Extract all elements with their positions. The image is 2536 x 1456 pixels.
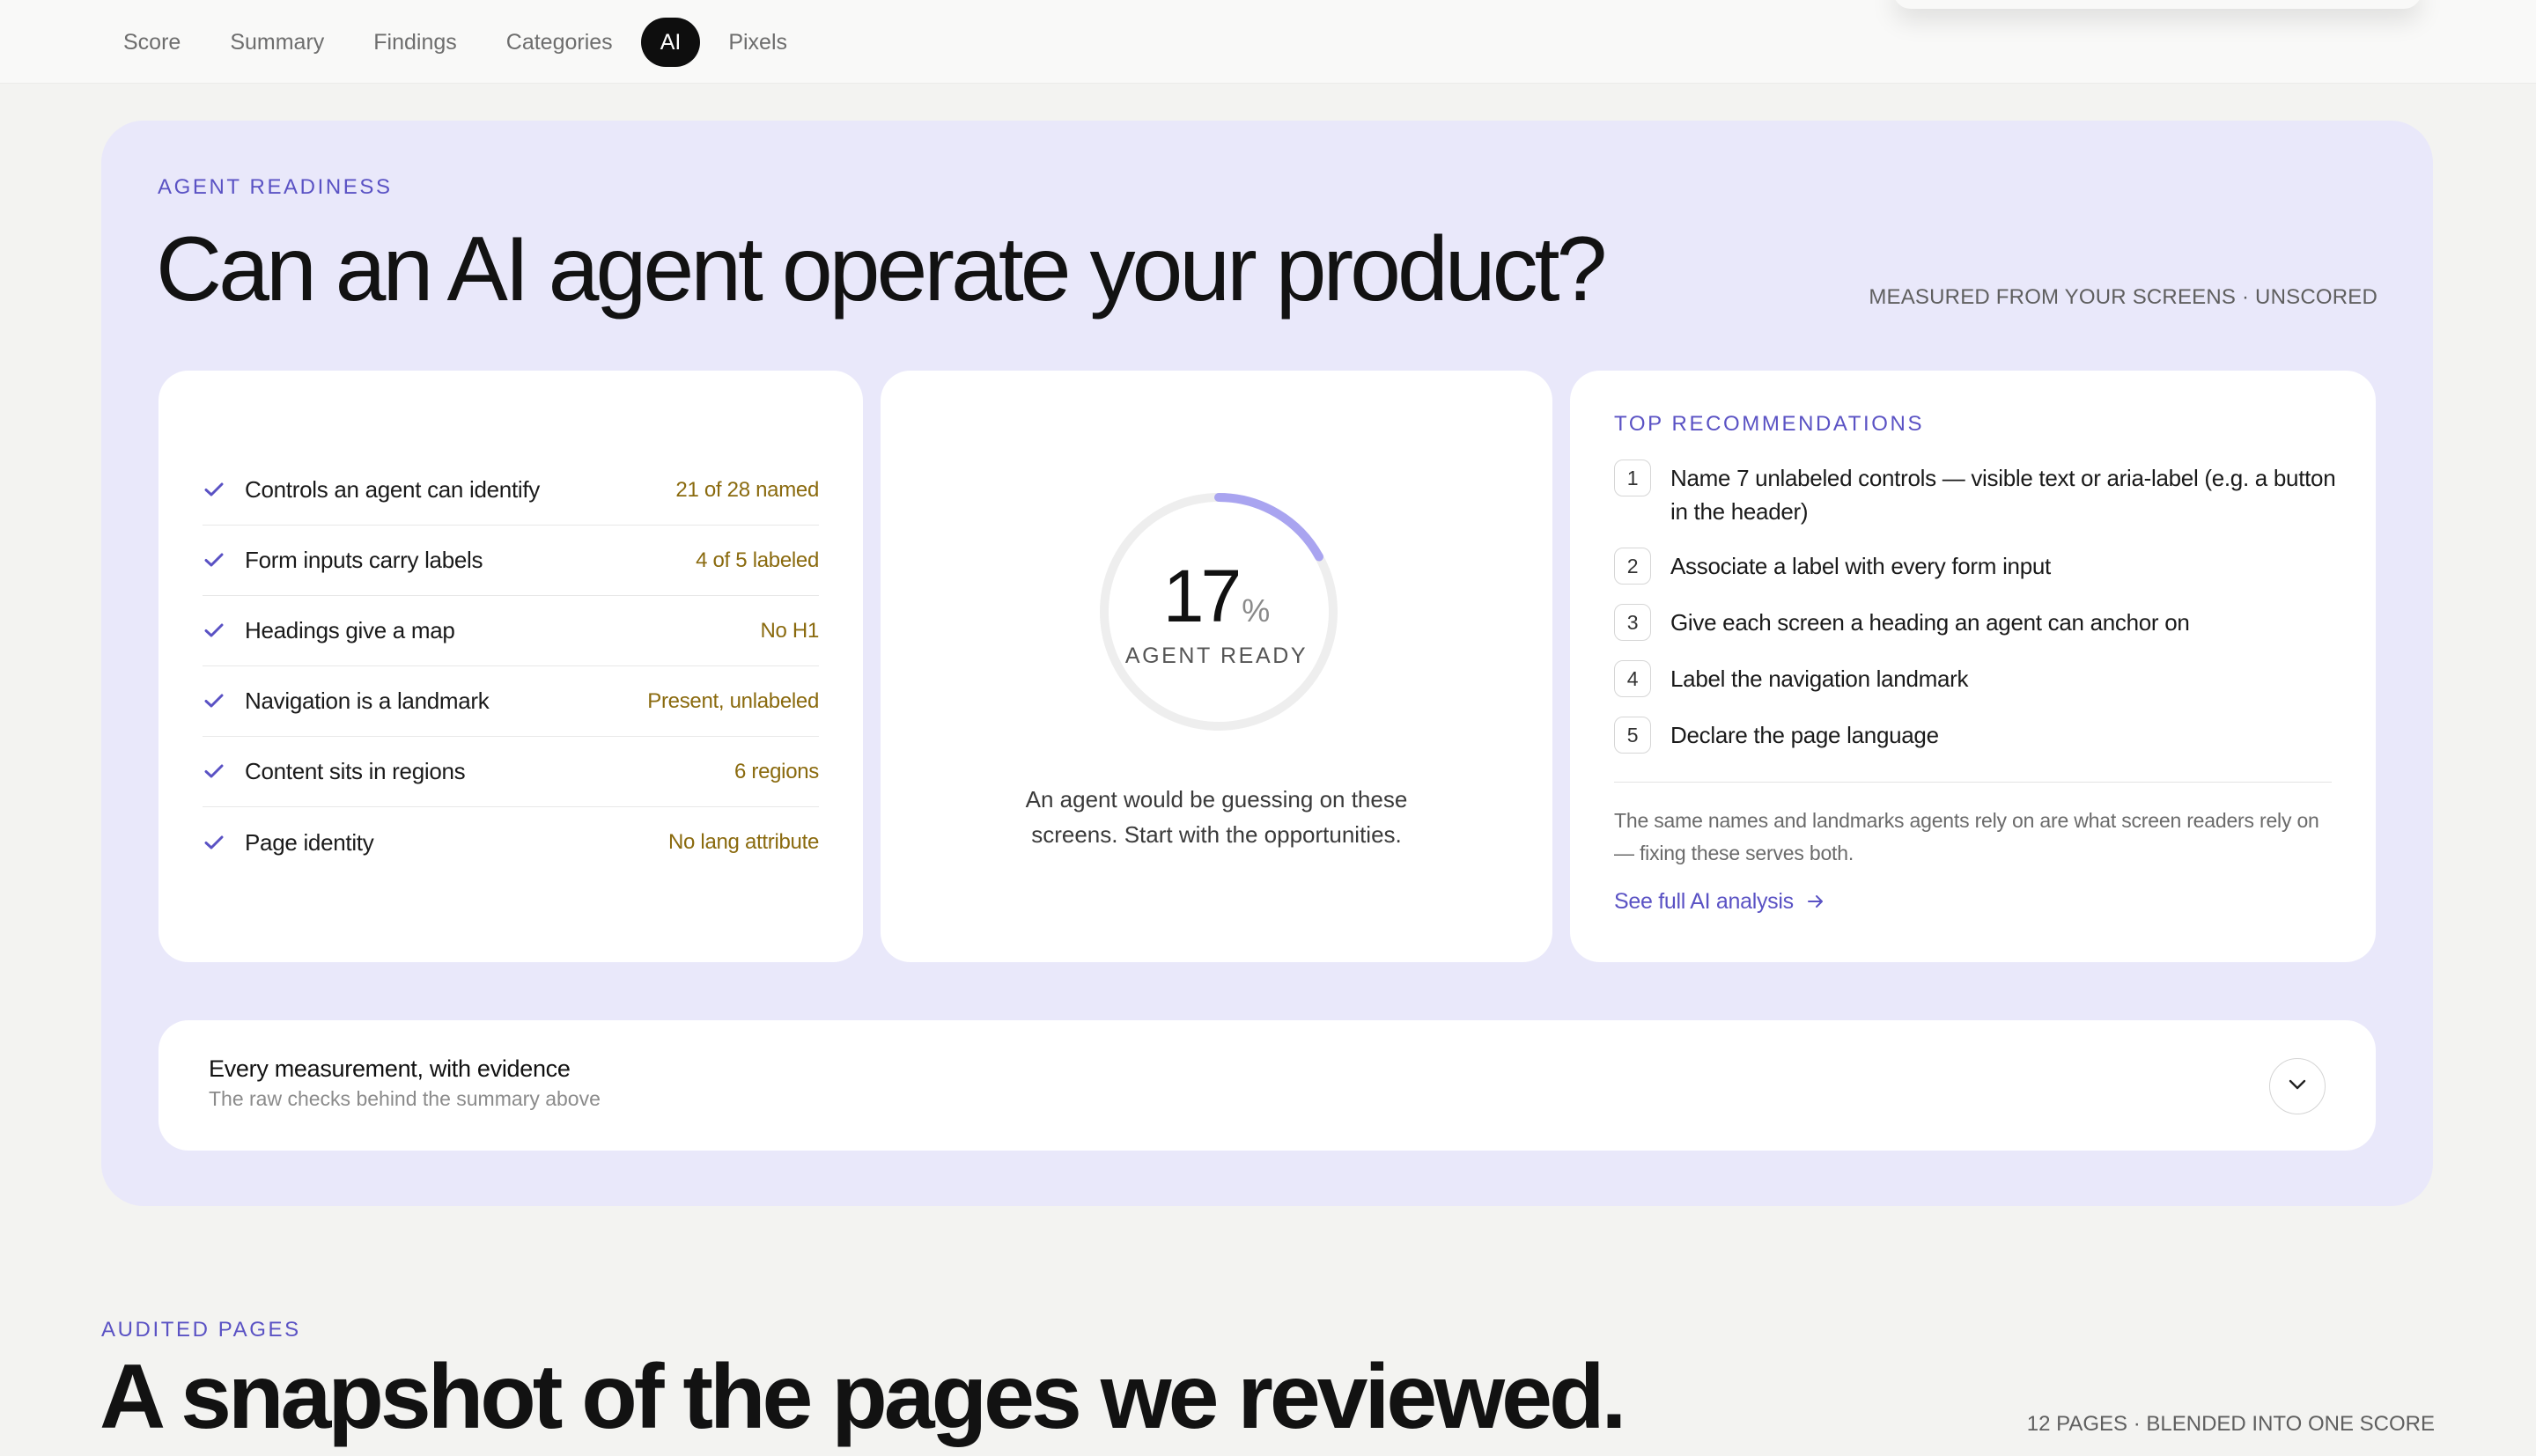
check-label: Page identity	[245, 828, 374, 856]
check-row: Form inputs carry labels 4 of 5 labeled	[203, 526, 819, 596]
audited-meta: 12 PAGES · BLENDED INTO ONE SCORE	[2026, 1412, 2435, 1436]
recommendation-list: 1 Name 7 unlabeled controls — visible te…	[1614, 460, 2336, 754]
recommendation-item: 1 Name 7 unlabeled controls — visible te…	[1614, 460, 2336, 528]
evidence-accordion[interactable]: Every measurement, with evidence The raw…	[158, 1020, 2376, 1151]
recommendation-item: 4 Label the navigation landmark	[1614, 660, 2336, 697]
recommendation-number: 1	[1614, 460, 1651, 496]
recommendations-divider	[1614, 782, 2332, 783]
recommendation-text: Name 7 unlabeled controls — visible text…	[1670, 465, 2336, 525]
check-value: No lang attribute	[667, 830, 819, 854]
check-label: Controls an agent can identify	[245, 476, 540, 503]
full-ai-analysis-label[interactable]: See full AI analysis	[1614, 889, 1794, 914]
score-label: AGENT READY	[1124, 643, 1309, 668]
accordion-subtitle: The raw checks behind the summary above	[209, 1087, 601, 1110]
check-value: 21 of 28 named	[675, 477, 819, 502]
check-icon	[204, 758, 225, 785]
check-value: No H1	[760, 618, 819, 643]
tab-summary[interactable]: Summary	[209, 18, 345, 67]
recommendations-note: The same names and landmarks agents rely…	[1614, 809, 2319, 864]
check-label: Form inputs carry labels	[245, 547, 483, 573]
check-row: Content sits in regions 6 regions	[203, 737, 819, 807]
check-row: Controls an agent can identify 21 of 28 …	[203, 455, 819, 526]
score-value: 17%	[881, 554, 1552, 639]
chevron-down-icon	[2288, 1078, 2307, 1095]
audited-eyebrow: AUDITED PAGES	[101, 1318, 301, 1342]
recommendation-number: 2	[1614, 548, 1651, 585]
tab-score[interactable]: Score	[102, 18, 202, 67]
check-icon	[204, 617, 225, 644]
check-icon	[204, 547, 225, 574]
tab-findings[interactable]: Findings	[352, 18, 478, 67]
recommendation-number: 4	[1614, 660, 1651, 697]
check-icon	[204, 476, 225, 504]
agent-readiness-panel: AGENT READINESS Can an AI agent operate …	[101, 121, 2433, 1206]
arrow-right-icon	[1807, 889, 1825, 914]
recommendation-number: 5	[1614, 717, 1651, 754]
section-tabs: Score Summary Findings Categories AI Pix…	[102, 18, 808, 67]
tab-pixels[interactable]: Pixels	[707, 18, 808, 67]
score-number: 17	[1162, 555, 1242, 637]
tab-categories[interactable]: Categories	[485, 18, 634, 67]
panel-meta: MEASURED FROM YOUR SCREENS · UNSCORED	[1869, 285, 2378, 309]
recommendation-item: 2 Associate a label with every form inpu…	[1614, 548, 2336, 585]
tab-ai[interactable]: AI	[640, 18, 701, 67]
check-label: Content sits in regions	[245, 758, 466, 784]
check-icon	[204, 688, 225, 715]
recommendation-text: Declare the page language	[1670, 722, 1939, 748]
top-nav: Score Summary Findings Categories AI Pix…	[0, 0, 2536, 84]
expand-button[interactable]	[2269, 1058, 2326, 1114]
audited-title: A snapshot of the pages we reviewed.	[100, 1346, 1626, 1448]
check-value: 4 of 5 labeled	[696, 548, 819, 572]
recommendation-text: Label the navigation landmark	[1670, 665, 1969, 692]
accordion-title: Every measurement, with evidence	[209, 1055, 571, 1082]
panel-title: Can an AI agent operate your product?	[156, 218, 1607, 320]
score-description: An agent would be guessing on these scre…	[1025, 786, 1408, 848]
full-ai-analysis-link[interactable]: See full AI analysis	[1614, 889, 1825, 915]
score-unit: %	[1242, 592, 1271, 629]
check-icon	[204, 829, 225, 857]
floating-bar-shadow	[1893, 0, 2422, 9]
recommendation-item: 3 Give each screen a heading an agent ca…	[1614, 604, 2336, 641]
panel-eyebrow: AGENT READINESS	[158, 175, 393, 199]
check-row: Headings give a map No H1	[203, 596, 819, 666]
recommendation-item: 5 Declare the page language	[1614, 717, 2336, 754]
check-value: 6 regions	[734, 759, 819, 783]
recommendation-number: 3	[1614, 604, 1651, 641]
recommendation-text: Give each screen a heading an agent can …	[1670, 609, 2190, 636]
recommendations-eyebrow: TOP RECOMMENDATIONS	[1614, 412, 1925, 436]
check-label: Headings give a map	[245, 617, 455, 643]
checks-card: Controls an agent can identify 21 of 28 …	[158, 371, 863, 962]
check-list: Controls an agent can identify 21 of 28 …	[203, 455, 819, 878]
check-row: Navigation is a landmark Present, unlabe…	[203, 666, 819, 737]
check-label: Navigation is a landmark	[245, 688, 490, 714]
recommendation-text: Associate a label with every form input	[1670, 553, 2051, 579]
check-row: Page identity No lang attribute	[203, 807, 819, 878]
check-value: Present, unlabeled	[647, 688, 819, 713]
score-card: 17% AGENT READY An agent would be guessi…	[881, 371, 1552, 962]
